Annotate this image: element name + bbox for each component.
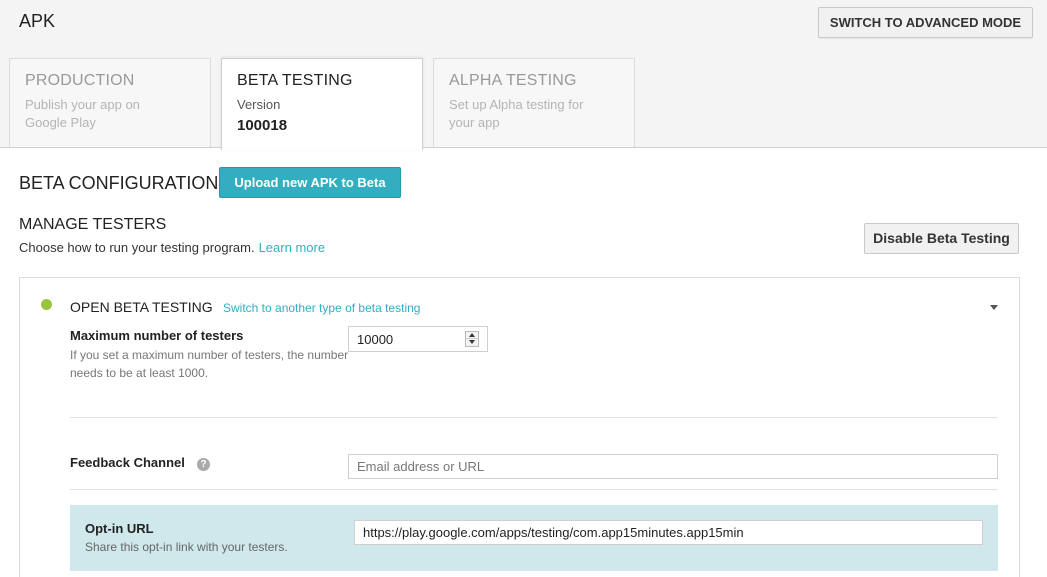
tab-beta-testing[interactable]: BETA TESTING Version 100018 bbox=[221, 58, 423, 150]
spinner-control[interactable] bbox=[465, 331, 479, 347]
switch-to-advanced-mode-button[interactable]: SWITCH TO ADVANCED MODE bbox=[818, 7, 1033, 38]
optin-url-label: Opt-in URL bbox=[85, 521, 154, 536]
max-testers-stepper[interactable] bbox=[348, 326, 488, 352]
help-icon[interactable]: ? bbox=[197, 458, 210, 471]
feedback-channel-input[interactable] bbox=[348, 454, 998, 479]
tab-version-label: Version bbox=[237, 97, 281, 112]
status-dot-icon bbox=[41, 299, 52, 310]
manage-testers-title: MANAGE TESTERS bbox=[19, 216, 167, 233]
tab-title: BETA TESTING bbox=[237, 72, 353, 89]
tab-version-number: 100018 bbox=[237, 117, 288, 134]
upload-apk-button[interactable]: Upload new APK to Beta bbox=[219, 167, 401, 198]
max-testers-label: Maximum number of testers bbox=[70, 328, 244, 343]
divider bbox=[70, 417, 998, 418]
tab-subtitle: Set up Alpha testing for your app bbox=[449, 97, 584, 130]
learn-more-link[interactable]: Learn more bbox=[259, 240, 325, 255]
open-beta-card: OPEN BETA TESTING Switch to another type… bbox=[19, 277, 1020, 577]
feedback-channel-label: Feedback Channel bbox=[70, 455, 185, 470]
spinner-up-icon[interactable] bbox=[466, 332, 478, 339]
tab-title: ALPHA TESTING bbox=[449, 72, 577, 89]
chevron-down-icon[interactable] bbox=[990, 305, 998, 310]
open-beta-title: OPEN BETA TESTING bbox=[70, 299, 213, 315]
tab-production[interactable]: PRODUCTION Publish your app on Google Pl… bbox=[9, 58, 211, 148]
beta-configuration-title: BETA CONFIGURATION bbox=[19, 173, 219, 193]
manage-testers-subtitle: Choose how to run your testing program. L… bbox=[19, 240, 325, 255]
tab-subtitle: Publish your app on Google Play bbox=[25, 97, 140, 130]
optin-url-help: Share this opt-in link with your testers… bbox=[85, 540, 288, 554]
spinner-down-icon[interactable] bbox=[466, 339, 478, 346]
max-testers-help: If you set a maximum number of testers, … bbox=[70, 348, 349, 380]
beta-panel: BETA CONFIGURATION Upload new APK to Bet… bbox=[0, 147, 1047, 577]
optin-url-section: Opt-in URL Share this opt-in link with y… bbox=[70, 505, 998, 571]
tab-title: PRODUCTION bbox=[25, 72, 135, 89]
optin-url-field[interactable] bbox=[354, 520, 983, 545]
page-title: APK bbox=[19, 11, 56, 31]
divider bbox=[70, 489, 998, 490]
disable-beta-testing-button[interactable]: Disable Beta Testing bbox=[864, 223, 1019, 254]
max-testers-input[interactable] bbox=[349, 327, 459, 351]
manage-testers-text: Choose how to run your testing program. bbox=[19, 240, 255, 255]
switch-beta-type-link[interactable]: Switch to another type of beta testing bbox=[223, 301, 420, 315]
tab-alpha-testing[interactable]: ALPHA TESTING Set up Alpha testing for y… bbox=[433, 58, 635, 148]
